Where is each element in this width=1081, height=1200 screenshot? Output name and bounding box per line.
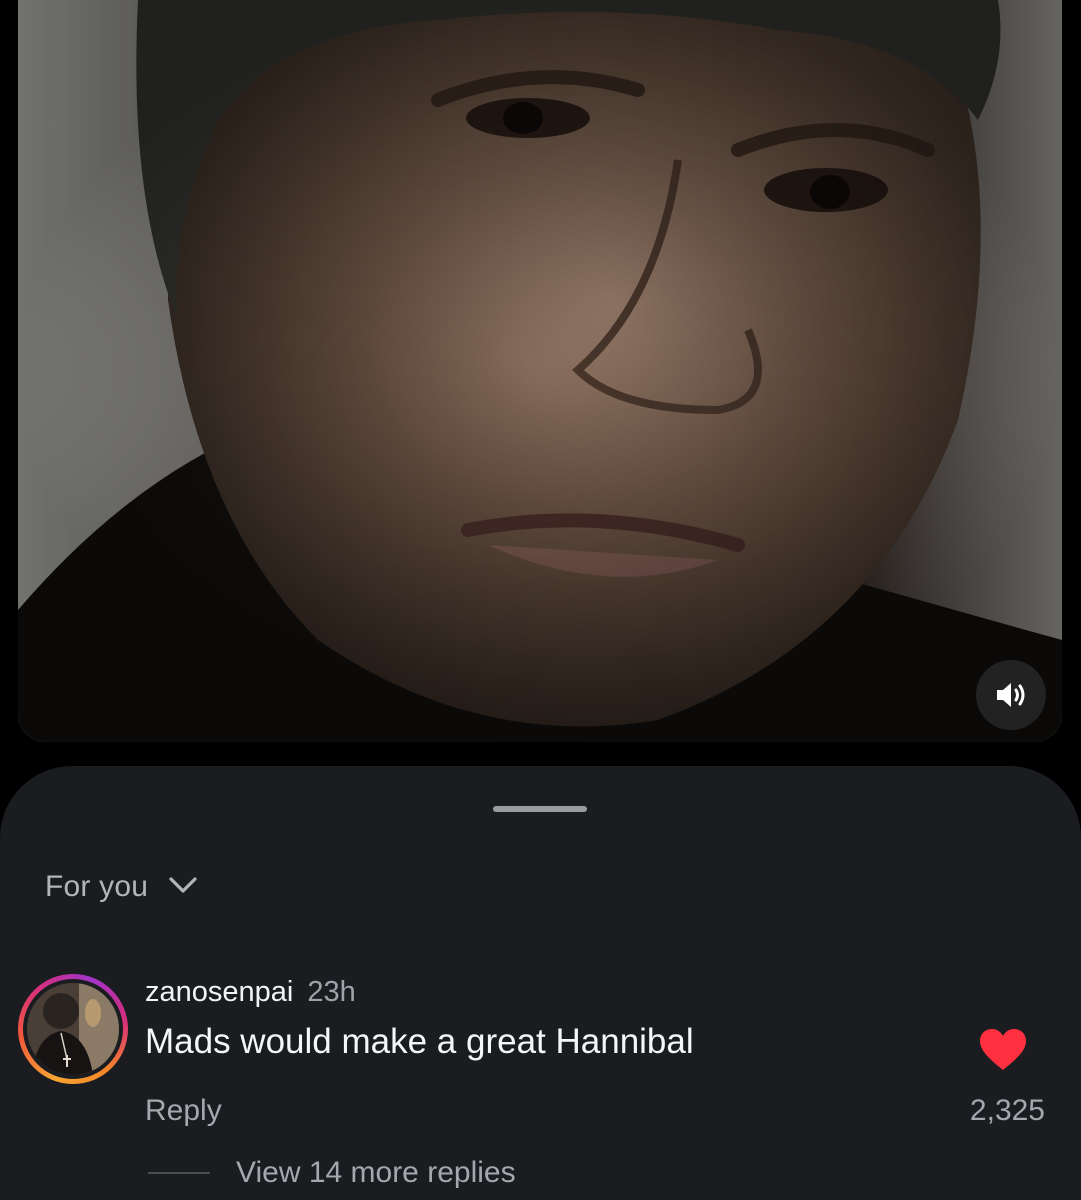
comment-header: zanosenpai 23h — [145, 976, 356, 1009]
mute-toggle-button[interactable] — [976, 660, 1046, 730]
view-replies-label: View 14 more replies — [236, 1156, 516, 1189]
comment-username[interactable]: zanosenpai — [145, 976, 293, 1008]
view-replies-button[interactable]: View 14 more replies — [148, 1156, 516, 1190]
video-player[interactable] — [18, 0, 1062, 742]
like-button[interactable] — [978, 1028, 1028, 1072]
replies-divider — [148, 1172, 210, 1174]
chevron-down-icon — [168, 876, 198, 899]
comment-sort-label: For you — [45, 870, 149, 903]
comment-text: Mads would make a great Hannibal — [145, 1022, 694, 1061]
comment-timestamp: 23h — [307, 976, 356, 1008]
speaker-icon — [994, 680, 1028, 710]
reply-button[interactable]: Reply — [145, 1094, 222, 1128]
sheet-drag-handle[interactable] — [493, 806, 587, 812]
comment-sort-dropdown[interactable]: For you — [45, 870, 198, 904]
reel-screen: For you zanosenpai 23h Mads would make a… — [0, 0, 1081, 1200]
heart-icon — [978, 1029, 1028, 1076]
like-count: 2,325 — [969, 1094, 1045, 1127]
story-ring[interactable] — [18, 974, 128, 1084]
avatar[interactable] — [27, 983, 119, 1075]
video-frame-image — [18, 0, 1062, 742]
comments-sheet: For you zanosenpai 23h Mads would make a… — [0, 766, 1081, 1200]
